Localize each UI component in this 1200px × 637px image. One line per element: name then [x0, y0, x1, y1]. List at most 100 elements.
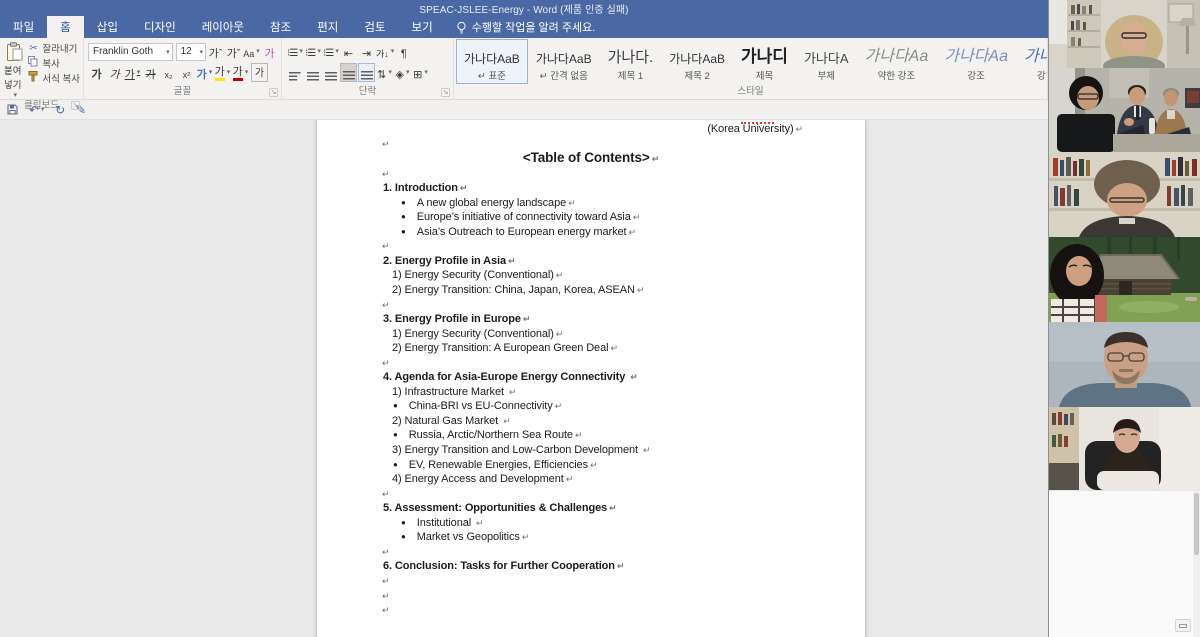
superscript-button[interactable]: x²: [178, 63, 195, 82]
format-painter-button[interactable]: 서식 복사: [27, 71, 80, 85]
style-약한 강조[interactable]: 가나다Aa약한 강조: [857, 39, 937, 84]
align-center-button[interactable]: [304, 63, 321, 82]
tab-home[interactable]: 홈: [47, 16, 84, 38]
video-tile-dark-haired-woman-white-wall[interactable]: [1049, 407, 1200, 490]
grow-font-button[interactable]: 가ˆ: [207, 42, 224, 61]
style-제목 1[interactable]: 가나다.제목 1: [600, 39, 662, 84]
decrease-indent-button[interactable]: ⇤: [340, 42, 357, 61]
show-paragraph-marks-button[interactable]: ¶: [395, 42, 412, 61]
font-family-select[interactable]: Franklin Goth ▾: [88, 43, 173, 61]
doc-line[interactable]: 2) Energy Transition: China, Japan, Kore…: [392, 283, 865, 298]
doc-line[interactable]: 3. Energy Profile in Europe↵: [383, 312, 865, 327]
panel-grip-button[interactable]: [1175, 619, 1191, 632]
paragraph-dialog-launcher-icon[interactable]: ↘: [441, 88, 450, 97]
align-left-button[interactable]: [286, 63, 303, 82]
video-tile-bearded-man-glasses-gray-wall[interactable]: [1049, 322, 1200, 407]
doc-line[interactable]: ↵: [380, 298, 865, 313]
tab-mailings[interactable]: 편지: [304, 16, 351, 38]
style-강조[interactable]: 가나다Aa강조: [936, 39, 1016, 84]
doc-line[interactable]: 3) Energy Transition and Low-Carbon Deve…: [392, 443, 865, 458]
italic-button[interactable]: 가: [106, 63, 123, 82]
doc-line[interactable]: ●EV, Renewable Energies, Efficiencies↵: [393, 458, 865, 473]
style-부제[interactable]: 가나다A부제: [796, 39, 857, 84]
video-tile-blonde-woman-glasses-bookshelves[interactable]: [1049, 0, 1200, 68]
clipboard-dialog-launcher-icon[interactable]: ↘: [71, 101, 80, 110]
sort-button[interactable]: 가↓▾: [376, 42, 394, 61]
doc-line[interactable]: ●China-BRI vs EU-Connectivity↵: [393, 399, 865, 414]
doc-line[interactable]: 6. Conclusion: Tasks for Further Coopera…: [383, 559, 865, 574]
tell-me-box[interactable]: 수행할 작업을 알려 주세요.: [446, 16, 606, 38]
doc-line[interactable]: 1) Energy Security (Conventional)↵: [392, 268, 865, 283]
video-tile-woman-thatched-house-virtual-background[interactable]: [1049, 237, 1200, 322]
shrink-font-button[interactable]: 가ˇ: [225, 42, 242, 61]
doc-line[interactable]: (Korea University)↵: [317, 122, 865, 137]
doc-line[interactable]: 1. Introduction↵: [383, 181, 865, 196]
tab-design[interactable]: 디자인: [131, 16, 189, 38]
paste-button[interactable]: 붙여넣기 ▾: [4, 41, 24, 99]
distribute-button[interactable]: [358, 63, 375, 82]
sidebar-scrollbar[interactable]: [1193, 491, 1200, 637]
strikethrough-button[interactable]: 가: [142, 63, 159, 82]
font-size-select[interactable]: 12 ▾: [176, 43, 206, 61]
doc-line[interactable]: 1) Energy Security (Conventional)↵: [392, 327, 865, 342]
doc-line[interactable]: ●A new global energy landscape↵: [401, 196, 865, 211]
style-표준[interactable]: 가나다AaB↵ 표준: [456, 39, 528, 84]
doc-line[interactable]: ↵: [380, 137, 865, 152]
doc-line[interactable]: ↵: [380, 167, 865, 182]
cut-button[interactable]: ✂ 잘라내기: [27, 41, 80, 55]
justify-button[interactable]: [340, 63, 357, 82]
doc-line[interactable]: 2. Energy Profile in Asia↵: [383, 254, 865, 269]
copy-button[interactable]: 복사: [27, 56, 80, 70]
doc-line[interactable]: ●Market vs Geopolitics↵: [401, 530, 865, 545]
shading-button[interactable]: ◈▾: [394, 63, 411, 82]
doc-line[interactable]: 4) Energy Access and Development↵: [392, 472, 865, 487]
font-color-button[interactable]: 가▾: [232, 63, 249, 82]
change-case-button[interactable]: Aa▾: [243, 42, 260, 61]
video-tile-gray-haired-man-glasses-bookshelves[interactable]: [1049, 152, 1200, 237]
numbered-list-button[interactable]: ⁝☰▾: [304, 42, 321, 61]
doc-line[interactable]: ↵: [380, 603, 865, 618]
doc-line[interactable]: <Table of Contents>↵: [317, 151, 865, 167]
underline-button[interactable]: 가▾: [124, 63, 141, 82]
bullet-list-button[interactable]: ⁝☰▾: [286, 42, 303, 61]
tab-view[interactable]: 보기: [399, 16, 446, 38]
doc-line[interactable]: ↵: [380, 589, 865, 604]
doc-line[interactable]: 5. Assessment: Opportunities & Challenge…: [383, 501, 865, 516]
video-tile-conference-room-three-men[interactable]: [1049, 68, 1200, 152]
scrollbar-thumb[interactable]: [1194, 493, 1199, 555]
line-spacing-button[interactable]: ⇅▾: [376, 63, 393, 82]
style-제목 2[interactable]: 가나다AaB제목 2: [661, 39, 733, 84]
bold-button[interactable]: 가: [88, 63, 105, 82]
doc-line[interactable]: 2) Natural Gas Market ↵: [392, 414, 865, 429]
doc-line[interactable]: ↵: [380, 356, 865, 371]
doc-line[interactable]: ↵: [380, 574, 865, 589]
doc-line[interactable]: ●Russia, Arctic/Northern Sea Route↵: [393, 428, 865, 443]
style-강한 강조[interactable]: 가나다Aa강한 강조: [1016, 39, 1047, 84]
doc-line[interactable]: ●Europe’s initiative of connectivity tow…: [401, 210, 865, 225]
clear-formatting-button[interactable]: 가: [261, 42, 278, 61]
character-border-button[interactable]: 가: [251, 63, 268, 82]
text-effects-button[interactable]: 가▾: [196, 63, 213, 82]
doc-line[interactable]: ↵: [380, 545, 865, 560]
align-right-button[interactable]: [322, 63, 339, 82]
tab-layout[interactable]: 레이아웃: [189, 16, 257, 38]
tab-review[interactable]: 검토: [351, 16, 398, 38]
doc-line[interactable]: 1) Infrastructure Market ↵: [392, 385, 865, 400]
tab-insert[interactable]: 삽입: [84, 16, 131, 38]
tab-references[interactable]: 참조: [257, 16, 304, 38]
font-dialog-launcher-icon[interactable]: ↘: [269, 88, 278, 97]
doc-line[interactable]: ●Asia’s Outreach to European energy mark…: [401, 225, 865, 240]
subscript-button[interactable]: x₂: [160, 63, 177, 82]
highlight-color-button[interactable]: 가▾: [214, 63, 231, 82]
doc-line[interactable]: 2) Energy Transition: A European Green D…: [392, 341, 865, 356]
doc-line[interactable]: ●Institutional ↵: [401, 516, 865, 531]
doc-line[interactable]: ↵: [380, 239, 865, 254]
document-page[interactable]: (Korea University)↵↵<Table of Contents>↵…: [316, 120, 866, 637]
style-간격 없음[interactable]: 가나다AaB↵ 간격 없음: [528, 39, 600, 84]
tab-file[interactable]: 파일: [0, 16, 47, 38]
doc-line[interactable]: ↵: [380, 487, 865, 502]
borders-button[interactable]: ⊞▾: [412, 63, 429, 82]
doc-line[interactable]: 4. Agenda for Asia-Europe Energy Connect…: [383, 370, 865, 385]
multilevel-list-button[interactable]: ⁝☰▾: [322, 42, 339, 61]
style-제목[interactable]: 가나디제목: [733, 39, 796, 84]
